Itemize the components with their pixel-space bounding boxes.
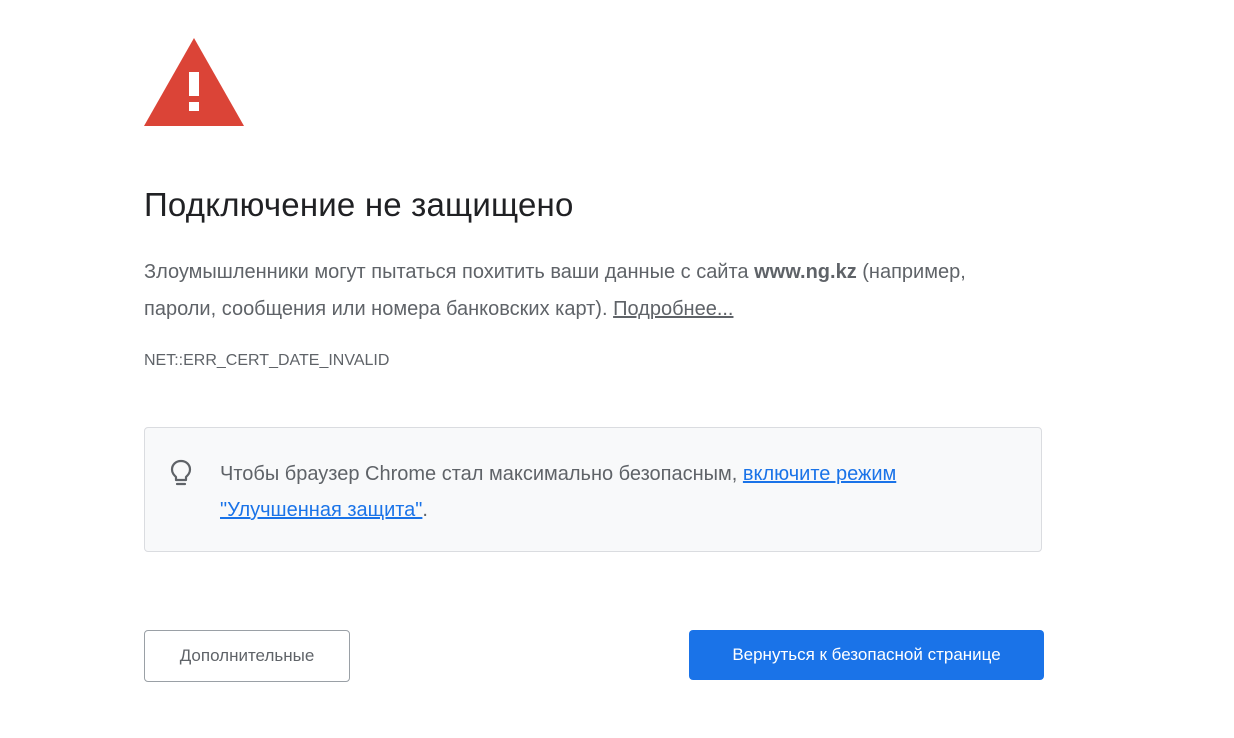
site-domain: www.ng.kz xyxy=(754,261,857,283)
warning-triangle-icon xyxy=(144,38,244,126)
learn-more-link[interactable]: Подробнее... xyxy=(613,298,733,320)
description-text: Злоумышленники могут пытаться похитить в… xyxy=(144,261,755,283)
page-title: Подключение не защищено xyxy=(144,186,574,223)
error-code: NET::ERR_CERT_DATE_INVALID xyxy=(144,352,390,369)
back-to-safety-button[interactable]: Вернуться к безопасной странице xyxy=(689,630,1044,680)
interstitial-page: Подключение не защищено Злоумышленники м… xyxy=(0,0,1234,738)
tip-text-after: . xyxy=(422,499,428,521)
tip-text: Чтобы браузер Chrome стал максимально бе… xyxy=(220,456,1020,528)
tip-text-before: Чтобы браузер Chrome стал максимально бе… xyxy=(220,463,743,485)
lightbulb-icon xyxy=(170,459,192,486)
error-description: Злоумышленники могут пытаться похитить в… xyxy=(144,254,1024,328)
enhanced-protection-tip: Чтобы браузер Chrome стал максимально бе… xyxy=(144,427,1042,552)
advanced-button[interactable]: Дополнительные xyxy=(144,630,350,682)
